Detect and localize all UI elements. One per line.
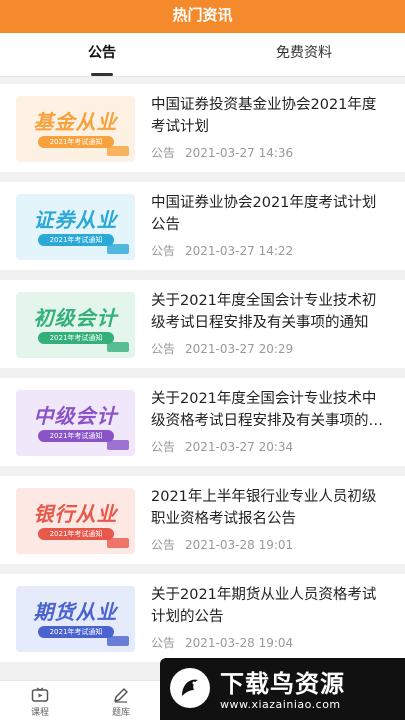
article-time: 2021-03-28 19:04 — [185, 636, 294, 650]
article-time: 2021-03-28 19:01 — [185, 538, 294, 552]
article-meta: 公告 2021-03-27 20:34 — [151, 438, 293, 455]
article-category: 公告 — [151, 342, 176, 356]
active-tab-indicator — [91, 73, 113, 76]
article-category: 公告 — [151, 440, 176, 454]
nav-question-bank[interactable]: 题库 — [96, 681, 146, 720]
article-item[interactable]: 初级会计 2021年考试通知 关于2021年度全国会计专业技术初级考试日程安排及… — [0, 280, 405, 368]
article-time: 2021-03-27 14:22 — [185, 244, 294, 258]
article-title: 中国证券投资基金业协会2021年度考试计划 — [151, 97, 377, 135]
article-item[interactable]: 银行从业 2021年考试通知 2021年上半年银行业专业人员初级职业资格考试报名… — [0, 476, 405, 564]
article-time: 2021-03-27 14:36 — [185, 146, 294, 160]
article-category: 公告 — [151, 636, 176, 650]
article-item[interactable]: 证券从业 2021年考试通知 中国证券业协会2021年度考试计划公告 公告 202… — [0, 182, 405, 270]
thumbnail-pill: 2021年考试通知 — [38, 332, 114, 344]
tab-free-materials[interactable]: 免费资料 — [264, 33, 344, 77]
thumbnail-title: 基金从业 — [33, 110, 118, 134]
article-thumbnail: 银行从业 2021年考试通知 — [16, 488, 135, 554]
nav-label: 课程 — [30, 708, 49, 718]
thumbnail-pill: 2021年考试通知 — [38, 234, 114, 246]
thumbnail-title: 证券从业 — [33, 208, 118, 232]
article-thumbnail: 期货从业 2021年考试通知 — [16, 586, 135, 652]
tv-icon — [31, 687, 49, 702]
book-icon — [107, 440, 129, 450]
article-meta: 公告 2021-03-27 14:22 — [151, 242, 293, 259]
tab-bar: 公告 免费资料 — [0, 33, 405, 77]
article-time: 2021-03-27 20:29 — [185, 342, 294, 356]
article-time: 2021-03-27 20:34 — [185, 440, 294, 454]
article-thumbnail: 初级会计 2021年考试通知 — [16, 292, 135, 358]
watermark-badge: 下载鸟资源 www.xiazainiao.com — [160, 658, 405, 720]
article-title: 2021年上半年银行业专业人员初级职业资格考试报名公告 — [151, 489, 377, 527]
book-icon — [107, 146, 129, 156]
tab-announcements[interactable]: 公告 — [62, 33, 142, 77]
thumbnail-title: 中级会计 — [33, 404, 118, 428]
book-icon — [107, 636, 129, 646]
watermark-text: 下载鸟资源 — [220, 670, 345, 698]
thumbnail-pill: 2021年考试通知 — [38, 136, 114, 148]
article-thumbnail: 基金从业 2021年考试通知 — [16, 96, 135, 162]
article-title: 中国证券业协会2021年度考试计划公告 — [151, 195, 377, 233]
article-item[interactable]: 基金从业 2021年考试通知 中国证券投资基金业协会2021年度考试计划 公告 2… — [0, 84, 405, 172]
article-category: 公告 — [151, 538, 176, 552]
thumbnail-pill: 2021年考试通知 — [38, 626, 114, 638]
pen-icon — [114, 688, 128, 703]
article-meta: 公告 2021-03-27 14:36 — [151, 144, 293, 161]
article-item[interactable]: 中级会计 2021年考试通知 关于2021年度全国会计专业技术中级资格考试日程安… — [0, 378, 405, 466]
nav-label: 题库 — [111, 708, 130, 718]
thumbnail-pill: 2021年考试通知 — [38, 528, 114, 540]
nav-courses[interactable]: 课程 — [15, 681, 65, 720]
article-item[interactable]: 期货从业 2021年考试通知 关于2021年期货从业人员资格考试计划的公告 公告… — [0, 574, 405, 662]
page-title: 热门资讯 — [172, 6, 233, 24]
bird-logo-icon — [170, 668, 210, 708]
article-meta: 公告 2021-03-28 19:04 — [151, 634, 293, 651]
article-thumbnail: 中级会计 2021年考试通知 — [16, 390, 135, 456]
article-title: 关于2021年度全国会计专业技术初级考试日程安排及有关事项的通知 — [151, 293, 377, 331]
book-icon — [107, 538, 129, 548]
article-title: 关于2021年期货从业人员资格考试计划的公告 — [151, 587, 377, 625]
article-category: 公告 — [151, 146, 176, 160]
article-thumbnail: 证券从业 2021年考试通知 — [16, 194, 135, 260]
watermark-url: www.xiazainiao.com — [220, 698, 341, 711]
article-meta: 公告 2021-03-28 19:01 — [151, 536, 293, 553]
thumbnail-title: 银行从业 — [33, 502, 118, 526]
book-icon — [107, 244, 129, 254]
top-header: 热门资讯 — [0, 0, 405, 33]
thumbnail-title: 期货从业 — [33, 600, 118, 624]
article-meta: 公告 2021-03-27 20:29 — [151, 340, 293, 357]
thumbnail-title: 初级会计 — [33, 306, 118, 330]
thumbnail-pill: 2021年考试通知 — [38, 430, 114, 442]
article-category: 公告 — [151, 244, 176, 258]
book-icon — [107, 342, 129, 352]
article-title: 关于2021年度全国会计专业技术中级资格考试日程安排及有关事项的通知 — [151, 391, 383, 429]
